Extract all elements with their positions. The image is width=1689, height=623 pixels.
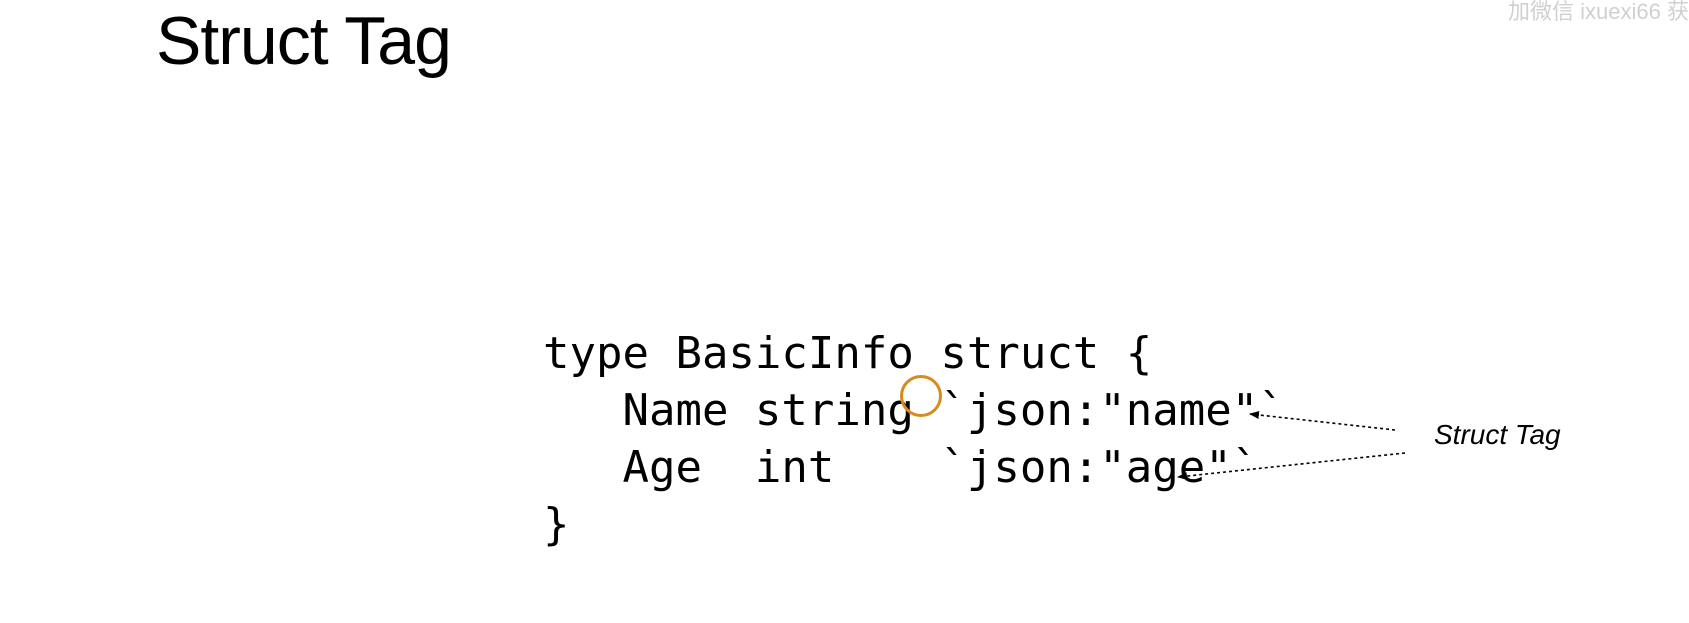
code-line-closing-brace: }	[543, 499, 570, 550]
watermark-text: 加微信 ixuexi66 获	[1508, 0, 1689, 24]
slide-title: Struct Tag	[156, 3, 452, 79]
code-line-age-field: Age int `json:"age"`	[543, 442, 1259, 493]
cursor-highlight-ring	[900, 375, 942, 417]
struct-tag-label: Struct Tag	[1434, 419, 1561, 450]
code-line-type-declaration: type BasicInfo struct {	[543, 328, 1153, 379]
code-block: type BasicInfo struct { Name string `jso…	[543, 325, 1285, 553]
